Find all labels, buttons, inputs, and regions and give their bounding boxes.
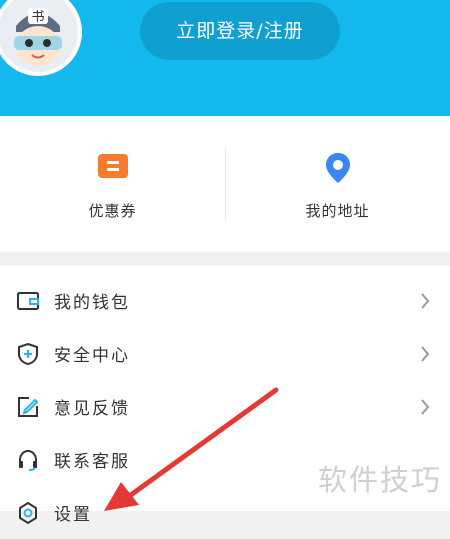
watermark-text: 软件技巧 <box>318 463 443 497</box>
chevron-right-icon <box>420 293 430 313</box>
my-address-button[interactable]: 我的地址 <box>225 116 450 252</box>
cartoon-avatar-icon: 书 <box>0 0 78 72</box>
quick-actions-card: 优惠券 我的地址 <box>0 116 450 252</box>
settings-icon <box>16 501 40 525</box>
edit-feedback-icon <box>16 395 40 419</box>
menu-item-wallet[interactable]: 我的钱包 <box>0 274 450 327</box>
shield-plus-icon <box>16 342 40 366</box>
menu-item-label: 设置 <box>54 505 92 525</box>
coupon-icon <box>97 152 129 184</box>
menu-item-label: 联系客服 <box>54 452 130 472</box>
headset-icon <box>16 448 40 472</box>
avatar[interactable]: 书 <box>0 0 82 76</box>
chevron-right-icon <box>420 399 430 419</box>
wallet-icon <box>16 289 40 313</box>
menu-item-label: 意见反馈 <box>54 399 130 419</box>
chevron-right-icon <box>420 346 430 366</box>
menu-item-security-center[interactable]: 安全中心 <box>0 327 450 380</box>
menu-item-label: 我的钱包 <box>54 293 130 313</box>
my-address-label: 我的地址 <box>305 202 370 220</box>
coupon-button[interactable]: 优惠券 <box>0 116 225 252</box>
login-register-button[interactable]: 立即登录/注册 <box>140 2 340 60</box>
avatar-badge-text: 书 <box>31 10 44 25</box>
location-pin-icon <box>325 152 351 188</box>
menu-item-feedback[interactable]: 意见反馈 <box>0 380 450 433</box>
coupon-label: 优惠券 <box>88 202 137 220</box>
profile-header: 书 立即登录/注册 <box>0 0 450 116</box>
menu-item-label: 安全中心 <box>54 346 130 366</box>
